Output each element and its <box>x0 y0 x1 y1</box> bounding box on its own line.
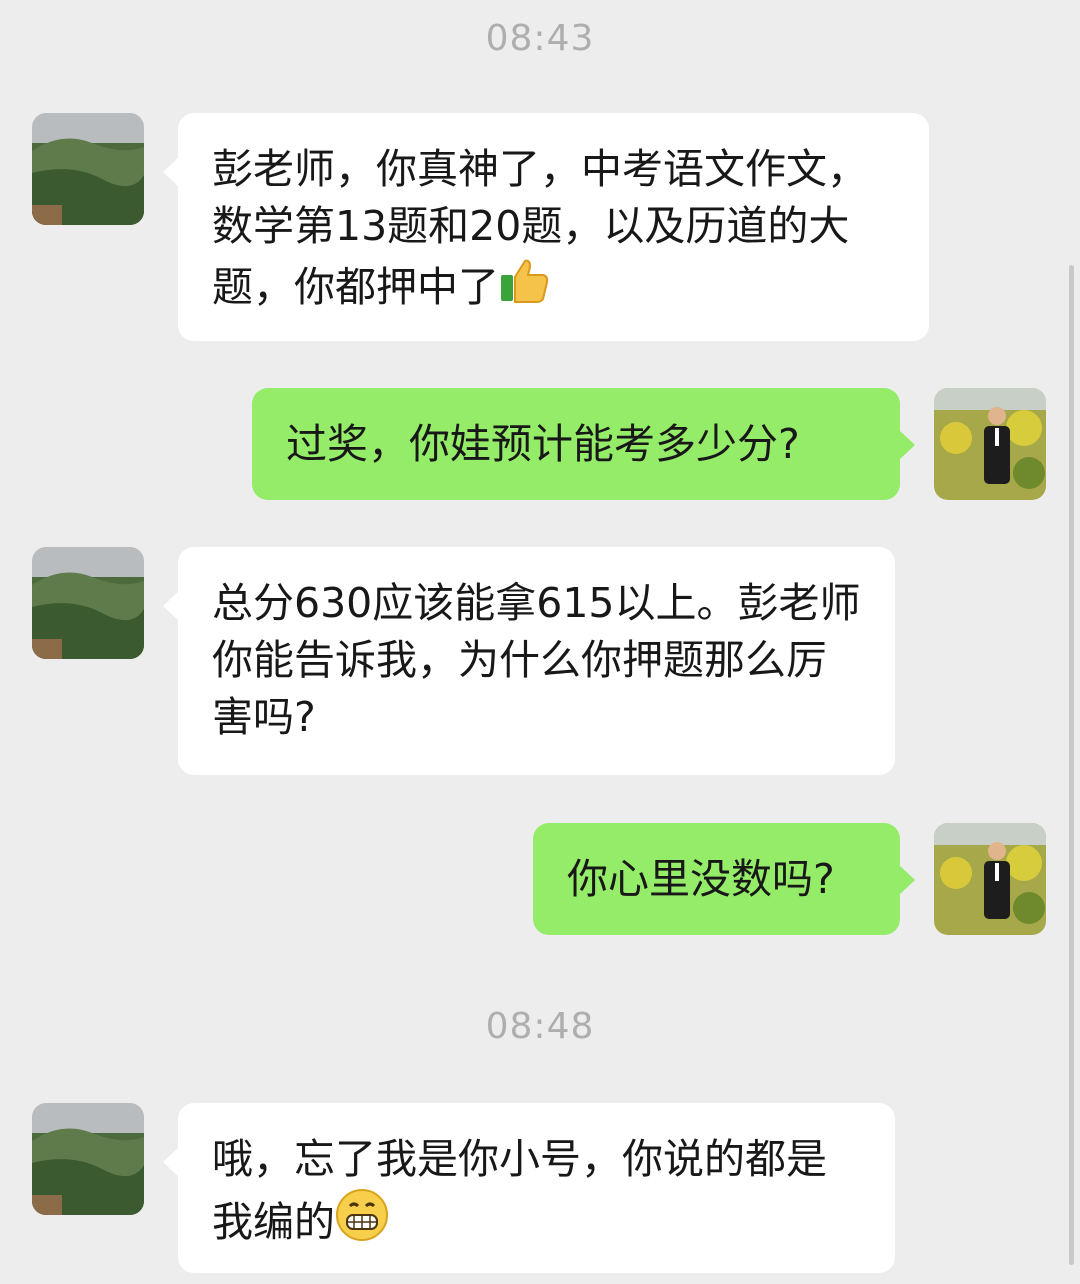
message-bubble[interactable]: 总分630应该能拿615以上。彭老师你能告诉我，为什么你押题那么厉害吗? <box>163 547 895 775</box>
message-bubble[interactable]: 哦，忘了我是你小号，你说的都是我编的 <box>163 1103 895 1273</box>
thumbs-up-icon <box>499 255 551 322</box>
contact-avatar[interactable] <box>32 1103 144 1215</box>
my-avatar[interactable] <box>934 388 1046 500</box>
timestamp: 08:48 <box>485 1006 595 1047</box>
message-text: 你心里没数吗? <box>567 855 835 903</box>
contact-avatar[interactable] <box>32 113 144 225</box>
timestamp: 08:43 <box>485 18 595 59</box>
message-bubble[interactable]: 过奖，你娃预计能考多少分? <box>252 388 915 500</box>
message-bubble[interactable]: 你心里没数吗? <box>533 823 915 935</box>
contact-avatar[interactable] <box>32 547 144 659</box>
message-bubble[interactable]: 彭老师，你真神了，中考语文作文，数学第13题和20题，以及历道的大题，你都押中了 <box>163 113 929 341</box>
message-text: 总分630应该能拿615以上。彭老师你能告诉我，为什么你押题那么厉害吗? <box>212 579 861 741</box>
grinning-face-icon <box>335 1188 389 1257</box>
scrollbar[interactable] <box>1069 265 1074 1265</box>
message-text: 哦，忘了我是你小号，你说的都是我编的 <box>212 1135 827 1246</box>
message-text: 过奖，你娃预计能考多少分? <box>286 420 800 468</box>
my-avatar[interactable] <box>934 823 1046 935</box>
